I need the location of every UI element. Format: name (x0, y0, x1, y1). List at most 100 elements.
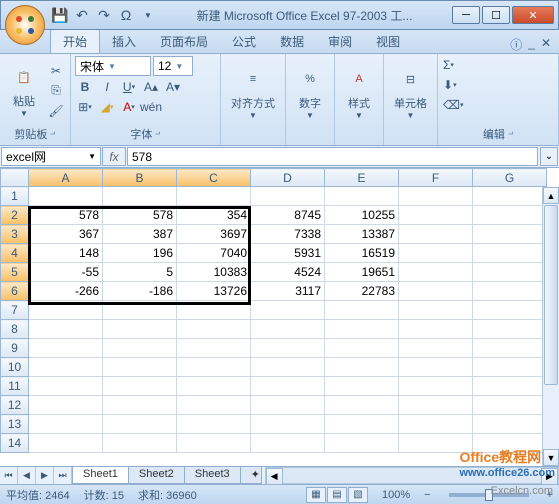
print-icon[interactable]: Ω (117, 6, 135, 24)
row-header[interactable]: 4 (1, 244, 29, 263)
cell[interactable] (325, 320, 399, 339)
cell[interactable] (251, 396, 325, 415)
sheet-nav-last[interactable]: ⏭ (54, 467, 72, 484)
cell[interactable]: 578 (103, 206, 177, 225)
col-header[interactable]: E (325, 169, 399, 187)
cell[interactable] (177, 377, 251, 396)
shrink-font-button[interactable]: A▾ (163, 78, 183, 96)
scroll-thumb[interactable] (544, 205, 558, 385)
italic-button[interactable]: I (97, 78, 117, 96)
cell[interactable] (399, 206, 473, 225)
cell[interactable] (103, 377, 177, 396)
row-header[interactable]: 13 (1, 415, 29, 434)
row-header[interactable]: 9 (1, 339, 29, 358)
scroll-down-button[interactable]: ▼ (543, 449, 559, 466)
scroll-left-button[interactable]: ◀ (266, 468, 283, 485)
cell[interactable] (177, 415, 251, 434)
zoom-out-button[interactable]: − (424, 489, 430, 501)
sheet-tab-3[interactable]: Sheet3 (184, 467, 241, 484)
sheet-tab-2[interactable]: Sheet2 (128, 467, 185, 484)
sheet-nav-first[interactable]: ⏮ (0, 467, 18, 484)
view-layout-button[interactable]: ▤ (327, 487, 347, 503)
horizontal-scrollbar[interactable]: ◀ ▶ (265, 467, 559, 484)
save-icon[interactable]: 💾 (51, 6, 69, 24)
cell[interactable] (103, 301, 177, 320)
row-header[interactable]: 8 (1, 320, 29, 339)
cell[interactable] (103, 320, 177, 339)
sheet-nav-prev[interactable]: ◀ (18, 467, 36, 484)
cell[interactable] (473, 225, 547, 244)
cell[interactable] (103, 187, 177, 206)
cell[interactable] (399, 187, 473, 206)
cell[interactable] (399, 396, 473, 415)
font-color-button[interactable]: A▾ (119, 98, 139, 116)
cell[interactable] (473, 206, 547, 225)
office-button[interactable] (5, 5, 45, 45)
cell[interactable] (251, 339, 325, 358)
cell[interactable] (325, 377, 399, 396)
grow-font-button[interactable]: A▴ (141, 78, 161, 96)
close-button[interactable]: ✕ (512, 6, 554, 24)
tab-review[interactable]: 审阅 (316, 30, 364, 53)
cell[interactable]: 3697 (177, 225, 251, 244)
cell[interactable]: 148 (29, 244, 103, 263)
vertical-scrollbar[interactable]: ▲ ▼ (542, 187, 559, 466)
cut-icon[interactable]: ✂ (46, 62, 66, 80)
cell[interactable]: 196 (103, 244, 177, 263)
tab-formulas[interactable]: 公式 (220, 30, 268, 53)
cell[interactable] (29, 301, 103, 320)
border-button[interactable]: ⊞▾ (75, 98, 95, 116)
cell[interactable]: 354 (177, 206, 251, 225)
fill-button[interactable]: ⬇▾ (442, 76, 458, 94)
cell[interactable]: 4524 (251, 263, 325, 282)
cell[interactable]: 16519 (325, 244, 399, 263)
sheet-nav-next[interactable]: ▶ (36, 467, 54, 484)
col-header[interactable]: B (103, 169, 177, 187)
cell[interactable] (29, 339, 103, 358)
sheet-tab-new[interactable]: ✦ (240, 467, 262, 484)
tab-insert[interactable]: 插入 (100, 30, 148, 53)
cell[interactable] (399, 225, 473, 244)
cell[interactable] (399, 358, 473, 377)
cell[interactable] (473, 377, 547, 396)
row-header[interactable]: 3 (1, 225, 29, 244)
cell[interactable]: -186 (103, 282, 177, 301)
cell[interactable] (251, 434, 325, 453)
style-button[interactable]: A 样式 ▼ (339, 63, 379, 122)
fx-button[interactable]: fx (102, 147, 126, 166)
cell[interactable] (325, 339, 399, 358)
cell[interactable] (473, 263, 547, 282)
row-header[interactable]: 11 (1, 377, 29, 396)
cell[interactable] (177, 396, 251, 415)
col-header[interactable]: D (251, 169, 325, 187)
fill-color-button[interactable]: ◢▾ (97, 98, 117, 116)
cell[interactable] (399, 415, 473, 434)
cell[interactable] (473, 301, 547, 320)
cell[interactable] (473, 282, 547, 301)
row-header[interactable]: 2 (1, 206, 29, 225)
name-box[interactable]: excel网▼ (1, 147, 101, 166)
zoom-in-button[interactable]: + (547, 489, 553, 501)
cell[interactable] (473, 339, 547, 358)
autosum-button[interactable]: Σ▾ (442, 56, 455, 74)
tab-layout[interactable]: 页面布局 (148, 30, 220, 53)
row-header[interactable]: 10 (1, 358, 29, 377)
cell[interactable] (29, 396, 103, 415)
cell[interactable] (399, 301, 473, 320)
cell[interactable] (399, 377, 473, 396)
col-header[interactable]: C (177, 169, 251, 187)
cell[interactable]: 22783 (325, 282, 399, 301)
row-header[interactable]: 1 (1, 187, 29, 206)
col-header[interactable]: A (29, 169, 103, 187)
cell[interactable]: 13387 (325, 225, 399, 244)
cell[interactable] (177, 301, 251, 320)
cell[interactable] (399, 282, 473, 301)
cell[interactable] (29, 434, 103, 453)
help-icon[interactable]: ⓘ (510, 36, 522, 53)
cell[interactable] (473, 187, 547, 206)
cell[interactable] (473, 358, 547, 377)
cell[interactable] (325, 415, 399, 434)
cell[interactable] (399, 320, 473, 339)
row-header[interactable]: 6 (1, 282, 29, 301)
cell[interactable] (29, 320, 103, 339)
